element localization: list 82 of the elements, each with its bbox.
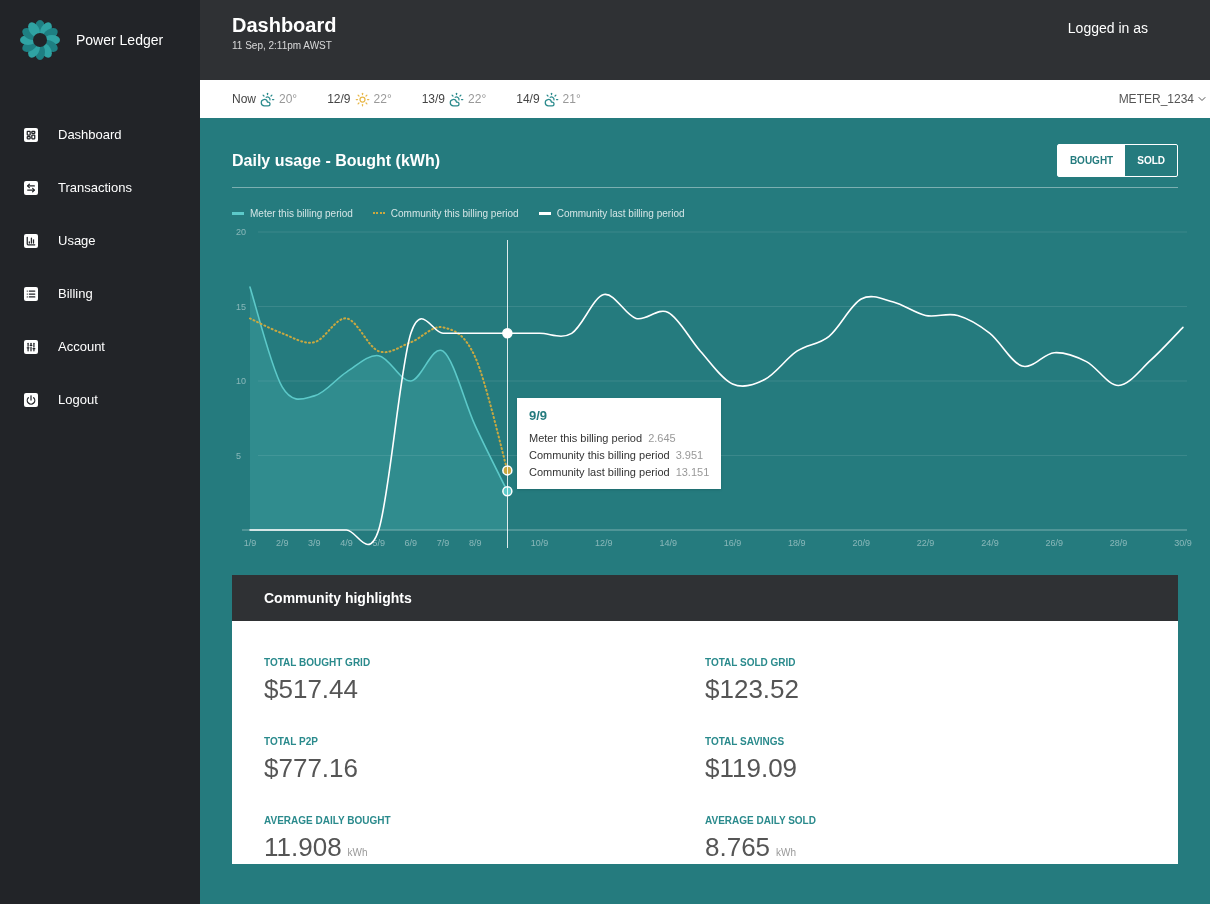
cloud-sun-icon (260, 91, 275, 107)
tooltip-label: Meter this billing period (529, 430, 643, 446)
nav-item[interactable]: Dashboard (24, 122, 176, 147)
weather-day: Now (232, 90, 256, 108)
stat-label: AVERAGE DAILY SOLD (705, 814, 817, 828)
x-tick-label: 18/9 (788, 538, 806, 548)
weather-temp: 22° (468, 91, 487, 108)
legend-swatch (232, 211, 244, 215)
x-tick-label: 24/9 (981, 538, 999, 548)
x-tick-label: 14/9 (659, 538, 677, 548)
sliders-icon (24, 339, 38, 354)
x-tick-label: 26/9 (1045, 538, 1063, 548)
brand-name: Power Ledger (76, 30, 164, 50)
y-tick-label: 20 (236, 227, 246, 237)
stat-unit: kWh (347, 846, 368, 860)
stat-label: TOTAL BOUGHT GRID (264, 656, 372, 670)
legend-label: Community this billing period (390, 206, 519, 221)
stat-value: 11.908 (264, 831, 342, 864)
x-tick-label: 30/9 (1174, 538, 1192, 548)
x-tick-label: 28/9 (1109, 538, 1128, 548)
page-title: Dashboard (232, 13, 337, 38)
x-tick-label: 3/9 (308, 538, 321, 548)
page-subtitle: 11 Sep, 2:11pm AWST (232, 39, 333, 53)
sun-icon (354, 91, 370, 107)
stat-value: $119.09 (705, 752, 798, 785)
y-tick-label: 5 (236, 450, 241, 461)
x-tick-label: 16/9 (723, 538, 742, 548)
dashboard-icon (24, 127, 38, 142)
nav-item[interactable]: Transactions (24, 175, 176, 200)
weather-temp: 21° (562, 91, 581, 108)
weather-day: 14/9 (516, 90, 540, 108)
x-tick-label: 22/9 (916, 538, 935, 548)
nav-item[interactable]: Logout (24, 387, 176, 412)
x-tick-label: 10/9 (530, 538, 549, 548)
y-tick-label: 10 (236, 376, 246, 386)
meter-select[interactable]: METER_1234 (1118, 90, 1208, 108)
toggle-tab[interactable]: SOLD (1125, 145, 1177, 176)
tooltip-label: Community last billing period (529, 464, 670, 480)
legend-label: Meter this billing period (250, 206, 353, 221)
chart-title: Daily usage - Bought (kWh) (232, 150, 440, 171)
stat-label: AVERAGE DAILY BOUGHT (264, 814, 392, 828)
bar-chart-icon (24, 233, 38, 248)
legend-swatch (538, 211, 551, 215)
x-tick-label: 12/9 (595, 538, 613, 548)
x-tick-label: 2/9 (275, 538, 289, 548)
stat-value: $517.44 (264, 673, 358, 706)
stat-value: $777.16 (264, 752, 358, 785)
toggle-tab[interactable]: BOUGHT (1057, 145, 1126, 176)
nav-item[interactable]: Usage (24, 228, 176, 253)
nav-item[interactable]: Billing (24, 281, 176, 306)
tooltip-title: 9/9 (529, 407, 549, 425)
stat-label: TOTAL SOLD GRID (705, 656, 797, 670)
list-icon (24, 286, 38, 301)
x-tick-label: 7/9 (436, 538, 450, 548)
x-tick-label: 20/9 (852, 538, 870, 548)
stat-label: TOTAL P2P (264, 735, 319, 749)
nav-item[interactable]: Account (24, 334, 176, 359)
cloud-sun-icon (543, 91, 559, 107)
tooltip-value: 2.645 (648, 430, 676, 446)
tooltip-value: 3.951 (675, 447, 704, 463)
x-tick-label: 4/9 (340, 538, 353, 548)
weather-day: 12/9 (327, 90, 351, 108)
stat-unit: kWh (776, 846, 797, 860)
weather-temp: 20° (279, 91, 298, 108)
x-tick-label: 6/9 (404, 538, 418, 548)
stat-value: $123.52 (705, 673, 799, 706)
arrows-icon (24, 180, 38, 195)
weather-temp: 22° (373, 91, 392, 108)
legend-label: Community last billing period (556, 206, 685, 221)
stat-value: 8.765 (705, 831, 771, 864)
card-title: Community highlights (264, 588, 412, 608)
cloud-sun-icon (449, 91, 465, 107)
x-tick-label: 1/9 (243, 538, 257, 548)
tooltip-label: Community this billing period (529, 447, 670, 463)
power-icon (24, 392, 38, 407)
x-tick-label: 8/9 (468, 538, 482, 548)
stat-label: TOTAL SAVINGS (705, 735, 786, 749)
logo-icon (20, 20, 60, 60)
logged-in-label: Logged in as (1067, 19, 1148, 38)
weather-day: 13/9 (421, 90, 446, 108)
y-tick-label: 15 (236, 301, 246, 312)
tooltip-value: 13.151 (675, 464, 710, 480)
